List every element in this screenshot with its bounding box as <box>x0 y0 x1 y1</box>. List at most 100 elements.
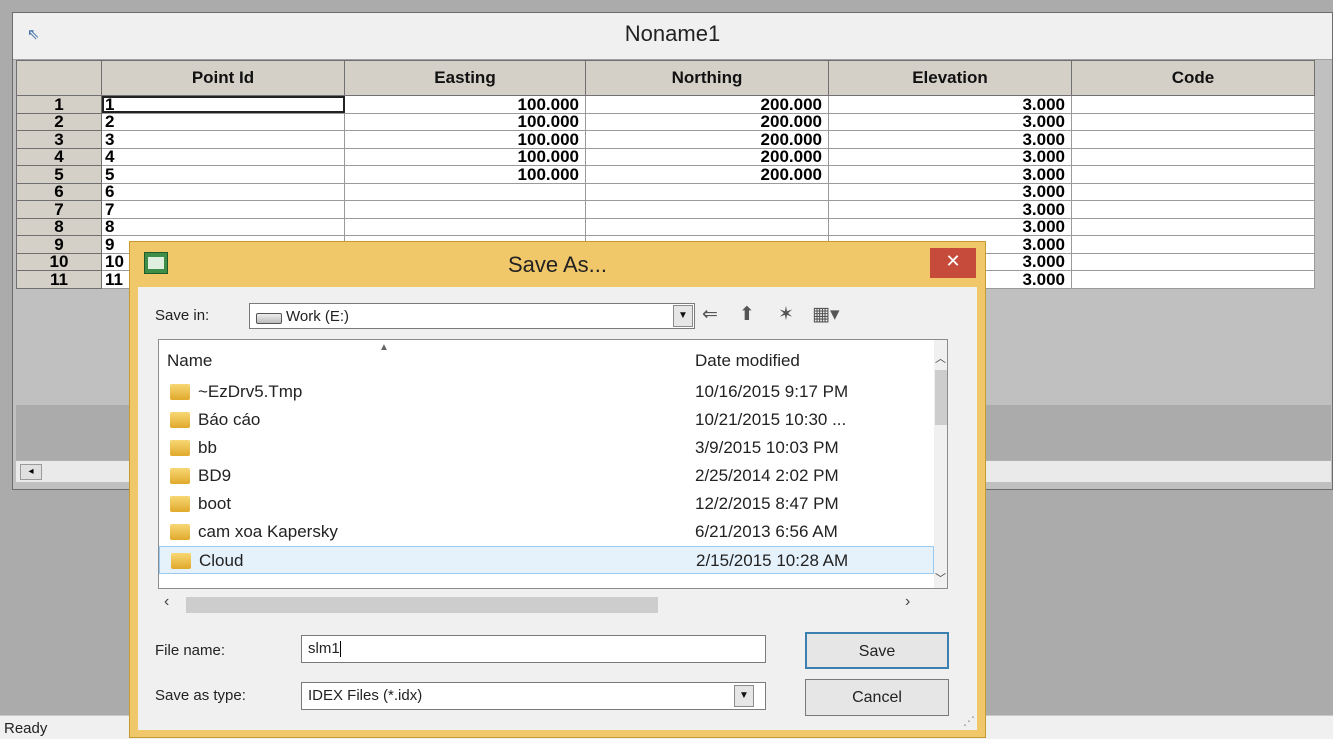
row-header[interactable]: 11 <box>16 270 102 289</box>
elevation-cell[interactable]: 3.000 <box>828 147 1072 166</box>
view-menu-icon[interactable]: ▦▾ <box>812 303 840 325</box>
table-row[interactable]: 1 1 100.000 200.000 3.000 <box>16 95 1315 114</box>
code-cell[interactable] <box>1071 235 1315 254</box>
point-id-cell[interactable]: 5 <box>101 165 345 184</box>
table-row[interactable]: 2 2 100.000 200.000 3.000 <box>16 112 1315 131</box>
vertical-scroll-thumb[interactable] <box>935 370 947 425</box>
easting-cell[interactable]: 100.000 <box>344 165 586 184</box>
easting-cell[interactable]: 100.000 <box>344 112 586 131</box>
save-as-type-dropdown-icon[interactable]: ▼ <box>734 685 754 707</box>
code-cell[interactable] <box>1071 217 1315 236</box>
table-row[interactable]: 4 4 100.000 200.000 3.000 <box>16 147 1315 166</box>
easting-cell[interactable]: 100.000 <box>344 95 586 114</box>
scroll-right-icon[interactable]: › <box>905 593 910 611</box>
row-header[interactable]: 1 <box>16 95 102 114</box>
easting-cell[interactable] <box>344 200 586 219</box>
back-arrow-icon[interactable]: ⇐ <box>702 303 718 325</box>
column-header-point-id[interactable]: Point Id <box>101 60 345 96</box>
row-header[interactable]: 5 <box>16 165 102 184</box>
table-row[interactable]: 3 3 100.000 200.000 3.000 <box>16 130 1315 149</box>
easting-cell[interactable]: 100.000 <box>344 130 586 149</box>
save-button[interactable]: Save <box>805 632 949 669</box>
northing-cell[interactable]: 200.000 <box>585 130 829 149</box>
column-header-code[interactable]: Code <box>1071 60 1315 96</box>
row-header[interactable]: 7 <box>16 200 102 219</box>
scroll-down-icon[interactable]: ﹀ <box>935 570 946 586</box>
scroll-up-icon[interactable]: ︿ <box>935 350 946 366</box>
column-header-easting[interactable]: Easting <box>344 60 586 96</box>
save-in-combobox[interactable]: Work (E:) <box>249 303 695 329</box>
horizontal-scroll-thumb[interactable] <box>186 597 658 613</box>
up-folder-icon[interactable]: ⬆ <box>739 303 755 325</box>
file-name-input[interactable]: slm1 <box>301 635 766 663</box>
list-item[interactable]: boot 12/2/2015 8:47 PM <box>159 490 934 518</box>
row-header[interactable]: 6 <box>16 182 102 201</box>
file-list[interactable]: Name ▲ Date modified ~EzDrv5.Tmp 10/16/20… <box>158 339 948 589</box>
elevation-cell[interactable]: 3.000 <box>828 165 1072 184</box>
list-item[interactable]: bb 3/9/2015 10:03 PM <box>159 434 934 462</box>
elevation-cell[interactable]: 3.000 <box>828 200 1072 219</box>
column-header-elevation[interactable]: Elevation <box>828 60 1072 96</box>
point-id-cell[interactable]: 8 <box>101 217 345 236</box>
easting-cell[interactable] <box>344 217 586 236</box>
scroll-left-icon[interactable]: ‹ <box>164 593 169 611</box>
point-id-cell[interactable]: 3 <box>101 130 345 149</box>
elevation-cell[interactable]: 3.000 <box>828 112 1072 131</box>
code-cell[interactable] <box>1071 182 1315 201</box>
point-id-cell[interactable]: 1 <box>101 95 345 114</box>
table-row[interactable]: 5 5 100.000 200.000 3.000 <box>16 165 1315 184</box>
table-row[interactable]: 6 6 3.000 <box>16 182 1315 201</box>
list-item[interactable]: Cloud 2/15/2015 10:28 AM <box>159 546 934 574</box>
corner-header[interactable] <box>16 60 102 96</box>
northing-cell[interactable] <box>585 217 829 236</box>
cancel-button[interactable]: Cancel <box>805 679 949 716</box>
easting-cell[interactable]: 100.000 <box>344 147 586 166</box>
code-cell[interactable] <box>1071 200 1315 219</box>
northing-cell[interactable]: 200.000 <box>585 165 829 184</box>
table-row[interactable]: 7 7 3.000 <box>16 200 1315 219</box>
scroll-left-arrow-icon[interactable]: ◂ <box>20 464 42 480</box>
column-header-northing[interactable]: Northing <box>585 60 829 96</box>
column-date-modified[interactable]: Date modified <box>695 351 800 371</box>
code-cell[interactable] <box>1071 270 1315 289</box>
point-id-cell[interactable]: 2 <box>101 112 345 131</box>
document-titlebar[interactable]: ⇖ Noname1 <box>13 13 1332 60</box>
code-cell[interactable] <box>1071 130 1315 149</box>
row-header[interactable]: 8 <box>16 217 102 236</box>
elevation-cell[interactable]: 3.000 <box>828 182 1072 201</box>
code-cell[interactable] <box>1071 165 1315 184</box>
close-icon[interactable]: ✕ <box>930 248 976 278</box>
row-header[interactable]: 4 <box>16 147 102 166</box>
elevation-cell[interactable]: 3.000 <box>828 95 1072 114</box>
point-id-cell[interactable]: 6 <box>101 182 345 201</box>
elevation-cell[interactable]: 3.000 <box>828 130 1072 149</box>
point-id-cell[interactable]: 4 <box>101 147 345 166</box>
file-list-horizontal-scrollbar[interactable]: ‹ › <box>138 593 928 613</box>
row-header[interactable]: 2 <box>16 112 102 131</box>
easting-cell[interactable] <box>344 182 586 201</box>
list-item[interactable]: Báo cáo 10/21/2015 10:30 ... <box>159 406 934 434</box>
northing-cell[interactable] <box>585 182 829 201</box>
code-cell[interactable] <box>1071 112 1315 131</box>
code-cell[interactable] <box>1071 147 1315 166</box>
file-list-vertical-scrollbar[interactable]: ︿ ﹀ <box>934 340 947 588</box>
new-folder-icon[interactable]: ✶ <box>778 303 794 325</box>
northing-cell[interactable]: 200.000 <box>585 95 829 114</box>
list-item[interactable]: ~EzDrv5.Tmp 10/16/2015 9:17 PM <box>159 378 934 406</box>
save-in-dropdown-icon[interactable]: ▼ <box>673 305 693 327</box>
save-as-type-combobox[interactable]: IDEX Files (*.idx) <box>301 682 766 710</box>
row-header[interactable]: 9 <box>16 235 102 254</box>
resize-grip-icon[interactable]: ⋰ <box>963 714 975 728</box>
dialog-titlebar[interactable]: Save As... ✕ <box>130 242 985 287</box>
list-item[interactable]: BD9 2/25/2014 2:02 PM <box>159 462 934 490</box>
code-cell[interactable] <box>1071 252 1315 271</box>
northing-cell[interactable] <box>585 200 829 219</box>
table-row[interactable]: 8 8 3.000 <box>16 217 1315 236</box>
row-header[interactable]: 3 <box>16 130 102 149</box>
code-cell[interactable] <box>1071 95 1315 114</box>
column-name[interactable]: Name <box>167 351 212 371</box>
row-header[interactable]: 10 <box>16 252 102 271</box>
northing-cell[interactable]: 200.000 <box>585 147 829 166</box>
northing-cell[interactable]: 200.000 <box>585 112 829 131</box>
list-item[interactable]: cam xoa Kapersky 6/21/2013 6:56 AM <box>159 518 934 546</box>
